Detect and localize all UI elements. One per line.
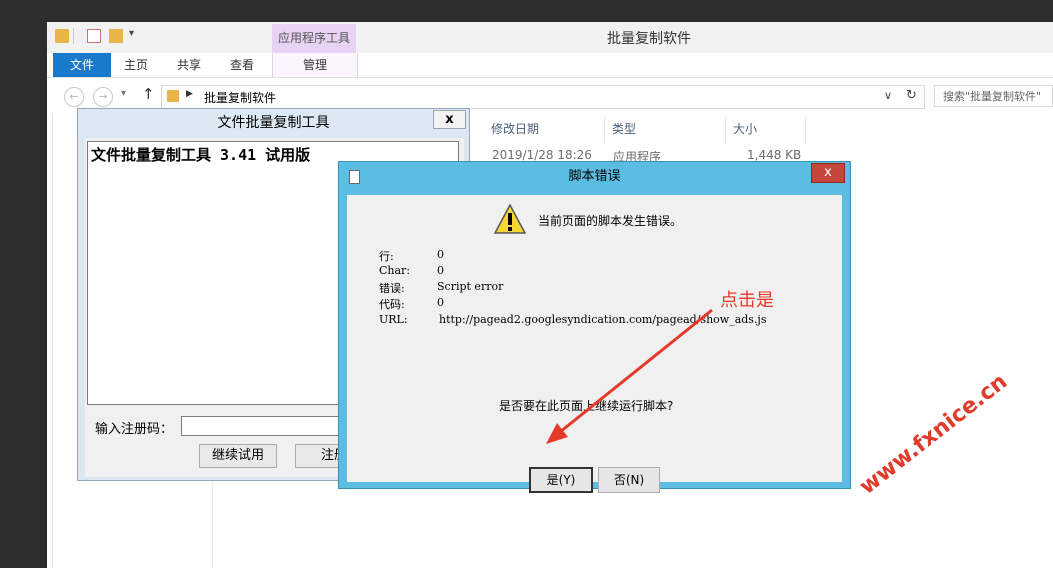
annotation-arrow (546, 308, 713, 444)
annotation-text: 点击是 (720, 290, 774, 311)
